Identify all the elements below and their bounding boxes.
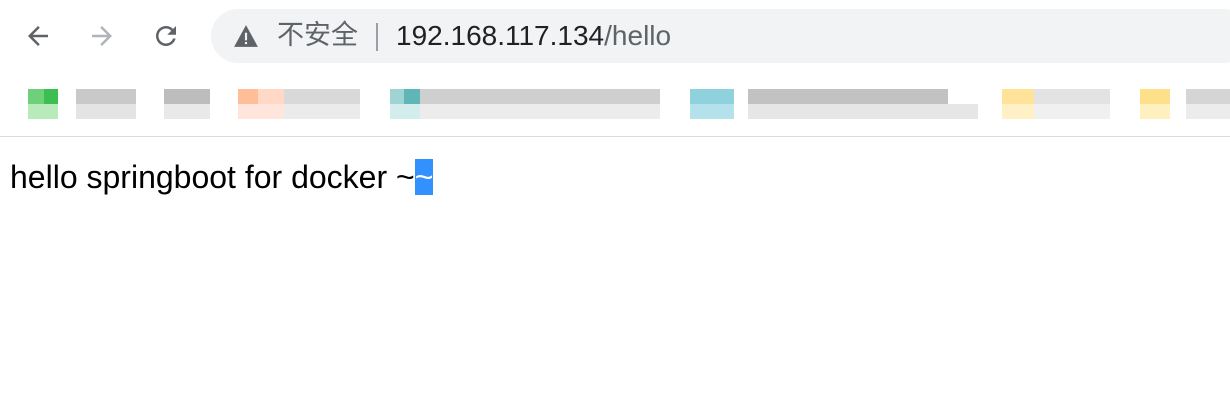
warning-triangle-icon[interactable] xyxy=(233,24,259,48)
page-text-main: hello springboot for docker ~ xyxy=(10,159,415,195)
address-bar[interactable]: 不安全 192.168.117.134/hello xyxy=(211,9,1230,63)
page-body-text: hello springboot for docker ~~ xyxy=(10,158,434,196)
back-button[interactable] xyxy=(18,16,58,56)
forward-button[interactable] xyxy=(82,16,122,56)
reload-icon xyxy=(156,26,176,46)
bookmark-item[interactable] xyxy=(990,89,1110,119)
url-path: /hello xyxy=(604,20,672,51)
browser-toolbar: 不安全 192.168.117.134/hello xyxy=(0,0,1230,72)
divider xyxy=(376,23,378,51)
bookmarks-bar xyxy=(0,72,1230,137)
arrow-right-icon xyxy=(92,26,112,46)
bookmark-item[interactable] xyxy=(690,89,980,119)
selected-text[interactable]: ~ xyxy=(414,159,434,195)
security-label[interactable]: 不安全 xyxy=(277,21,358,51)
url-host: 192.168.117.134 xyxy=(396,20,605,51)
reload-button[interactable] xyxy=(146,16,186,56)
bookmark-item[interactable] xyxy=(1140,89,1230,119)
arrow-left-icon xyxy=(28,26,48,46)
bookmark-item[interactable] xyxy=(238,89,368,119)
bookmark-item[interactable] xyxy=(390,89,660,119)
bookmark-item[interactable] xyxy=(14,89,214,119)
url-text[interactable]: 192.168.117.134/hello xyxy=(396,21,671,51)
page-content: hello springboot for docker ~~ xyxy=(0,137,1230,404)
